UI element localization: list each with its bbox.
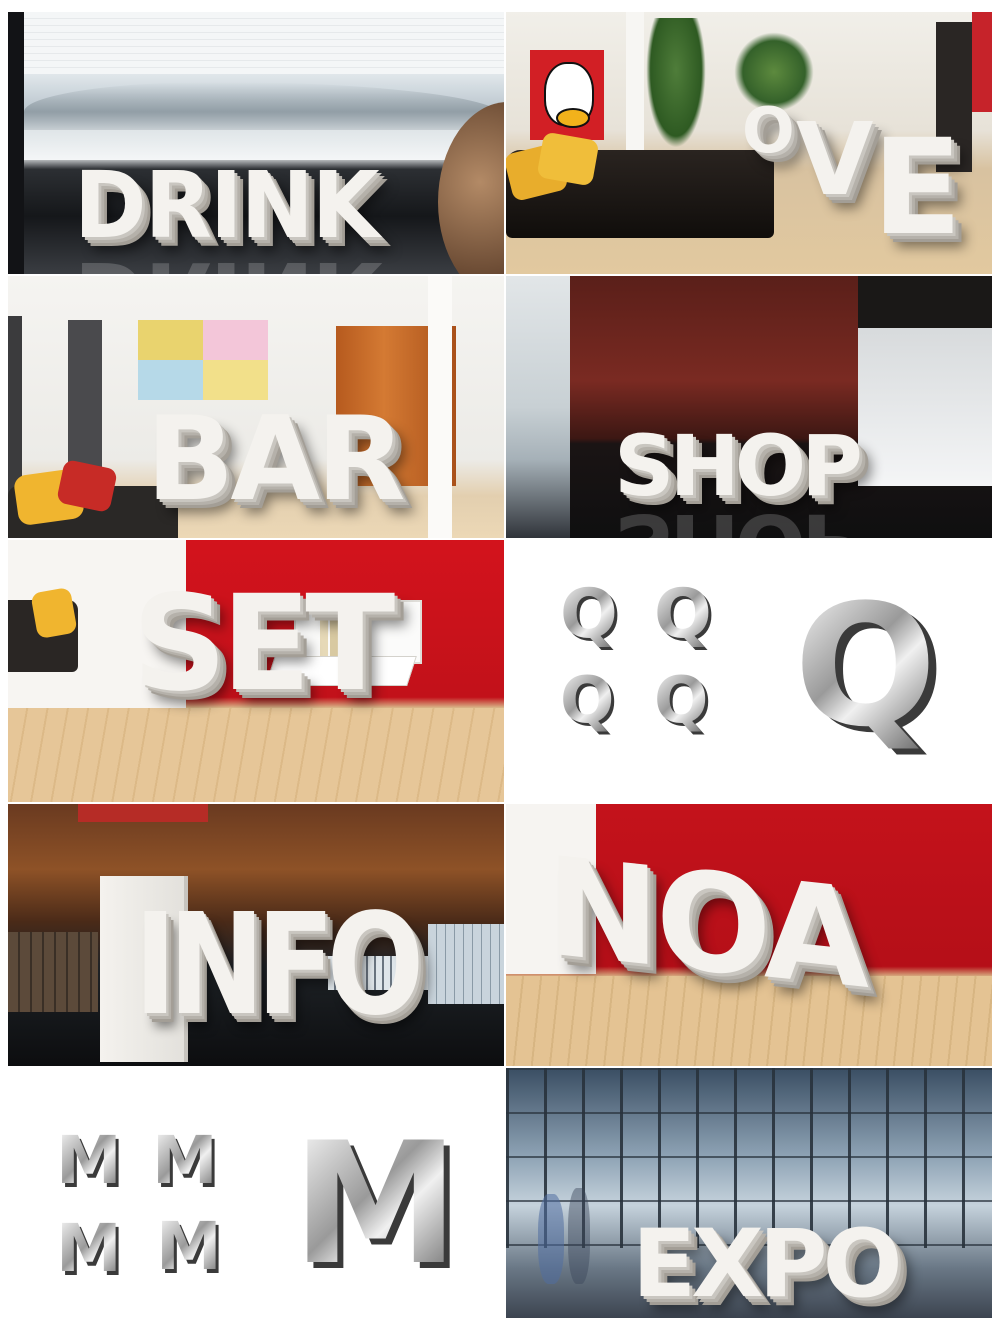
q-small-4: Q — [654, 664, 709, 738]
q-small-1: Q — [560, 575, 618, 654]
m-small-3: M — [56, 1210, 122, 1287]
tile-bar: BAR — [8, 276, 504, 538]
m-small-1: M — [56, 1122, 122, 1199]
expo-letters: EXPO — [632, 1210, 902, 1318]
glass-wall-right — [428, 924, 504, 1004]
noa-letters: NOA — [546, 828, 866, 1020]
yellow-cushion-set — [30, 586, 78, 640]
love-letter-e: E — [872, 111, 962, 265]
bar-letters: BAR — [146, 392, 406, 527]
q-small-3: Q — [560, 664, 615, 738]
m-small-2: M — [152, 1122, 218, 1199]
window-frame-left — [8, 12, 24, 274]
person-blur-1 — [538, 1194, 564, 1284]
q-small-2: Q — [654, 575, 712, 654]
yellow-cushion-2 — [536, 131, 600, 187]
red-beam — [78, 804, 208, 822]
ceiling — [22, 12, 504, 74]
q-large: Q — [794, 568, 937, 764]
photo-collage: DRINK DRINK O V E BAR — [8, 12, 992, 1318]
m-small-4: M — [156, 1208, 222, 1285]
tile-info: INFO — [8, 804, 504, 1066]
tile-drink: DRINK DRINK — [8, 12, 504, 274]
tile-love: O V E — [506, 12, 992, 274]
tile-noa: NOA — [506, 804, 992, 1066]
ceiling-dark — [858, 276, 992, 328]
person-blur-2 — [568, 1188, 590, 1284]
dark-panel-mid — [68, 320, 102, 470]
tile-m-letters: M M M M M M M M M M — [8, 1068, 504, 1318]
love-letter-v: V — [796, 101, 873, 218]
set-letters: SET — [132, 567, 395, 721]
glass-wall-left — [8, 932, 98, 1012]
dark-panel-left — [8, 316, 22, 496]
window-right — [858, 326, 992, 486]
tile-expo: EXPO — [506, 1068, 992, 1318]
pop-art-painting — [530, 50, 604, 140]
floor-wood — [8, 708, 504, 802]
shop-reflection: SHOP — [614, 495, 858, 538]
drink-letters: DRINK — [73, 152, 380, 259]
window-left — [506, 276, 570, 538]
plant-left — [646, 18, 706, 148]
tile-q-letters: Q Q Q Q Q Q Q Q Q Q — [506, 540, 992, 802]
drink-reflection: DRINK — [74, 241, 378, 274]
hills — [24, 82, 504, 132]
love-letter-o: O — [742, 94, 795, 167]
red-panel — [972, 12, 992, 112]
tile-shop: SHOP SHOP — [506, 276, 992, 538]
info-letters: INFO — [134, 884, 424, 1047]
tile-set: SET — [8, 540, 504, 802]
white-column — [626, 12, 644, 162]
white-pillar — [428, 276, 452, 538]
pop-art-warhol — [138, 320, 268, 400]
m-large: M — [292, 1106, 460, 1302]
